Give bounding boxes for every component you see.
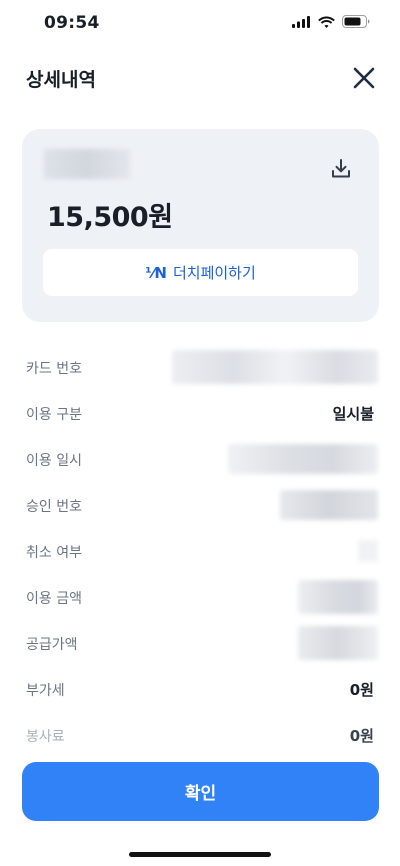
detail-row-usage-datetime: 이용 일시: [0, 436, 400, 482]
detail-row-value: 0원: [349, 727, 374, 745]
detail-row-value: 일시불: [332, 405, 374, 423]
page-title: 상세내역: [26, 69, 96, 91]
detail-row-label: 부가세: [26, 683, 65, 699]
summary-card: 15,500원 ⅟N 더치페이하기: [22, 129, 379, 322]
home-indicator: [129, 852, 271, 857]
detail-row-service-charge: 봉사료 0원: [0, 712, 400, 758]
detail-row-vat: 부가세 0원: [0, 666, 400, 712]
dutch-pay-icon: ⅟N: [145, 263, 167, 282]
detail-list: 카드 번호 이용 구분 일시불 이용 일시 승인 번호 취소 여부 이용 금액 …: [0, 344, 400, 758]
dutch-pay-button[interactable]: ⅟N 더치페이하기: [43, 249, 358, 296]
redacted-value: [172, 350, 378, 384]
detail-row-label: 이용 일시: [26, 453, 82, 469]
detail-row-label: 이용 금액: [26, 591, 82, 607]
dutch-pay-label: 더치페이하기: [172, 264, 256, 282]
detail-row-label: 공급가액: [26, 637, 78, 653]
amount: 15,500원: [47, 202, 173, 233]
merchant-name-redacted: [44, 149, 130, 179]
status-time: 09:54: [44, 13, 100, 33]
download-button[interactable]: [329, 157, 353, 181]
status-bar: 09:54: [0, 0, 400, 48]
detail-row-usage-amount: 이용 금액: [0, 574, 400, 620]
download-icon: [332, 159, 350, 178]
cellular-signal-icon: [292, 15, 310, 28]
redacted-value: [358, 540, 378, 562]
close-button[interactable]: [350, 64, 378, 92]
wifi-icon: [318, 16, 335, 28]
detail-row-approval-number: 승인 번호: [0, 482, 400, 528]
battery-icon: [342, 15, 370, 28]
detail-row-card-number: 카드 번호: [0, 344, 400, 390]
detail-row-label: 취소 여부: [26, 545, 82, 561]
status-icons: [292, 15, 370, 28]
header: 상세내역: [0, 56, 400, 100]
detail-row-cancel-status: 취소 여부: [0, 528, 400, 574]
detail-row-label: 이용 구분: [26, 407, 82, 423]
detail-row-usage-type: 이용 구분 일시불: [0, 390, 400, 436]
redacted-value: [298, 626, 378, 660]
confirm-button[interactable]: 확인: [22, 762, 379, 821]
redacted-value: [228, 444, 378, 474]
detail-row-label: 봉사료: [26, 729, 65, 745]
redacted-value: [280, 490, 378, 520]
detail-row-label: 카드 번호: [26, 361, 82, 377]
detail-row-value: 0원: [349, 681, 374, 699]
confirm-button-label: 확인: [184, 784, 217, 804]
detail-row-supply-value: 공급가액: [0, 620, 400, 666]
detail-row-label: 승인 번호: [26, 499, 82, 515]
close-icon: [353, 67, 375, 89]
redacted-value: [298, 580, 378, 614]
